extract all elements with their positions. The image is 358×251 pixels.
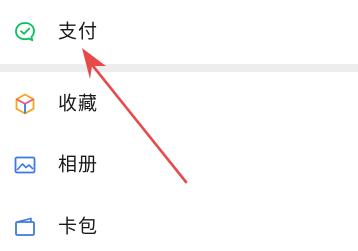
menu-item-card-wallet[interactable]: 卡包 (0, 195, 358, 251)
menu-item-label: 支付 (58, 20, 99, 43)
menu-item-label: 相册 (58, 153, 99, 176)
favorites-cube-icon (12, 91, 38, 117)
section-divider (0, 64, 358, 72)
menu-item-album[interactable]: 相册 (0, 133, 358, 197)
album-icon (12, 152, 38, 178)
wechat-me-menu: 支付 收藏 相册 卡包 (0, 0, 358, 251)
card-wallet-icon (12, 214, 38, 240)
menu-item-label: 收藏 (58, 92, 99, 115)
wechat-pay-icon (12, 19, 38, 45)
menu-item-favorites[interactable]: 收藏 (0, 72, 358, 136)
menu-item-pay[interactable]: 支付 (0, 0, 358, 64)
menu-item-label: 卡包 (58, 215, 99, 238)
